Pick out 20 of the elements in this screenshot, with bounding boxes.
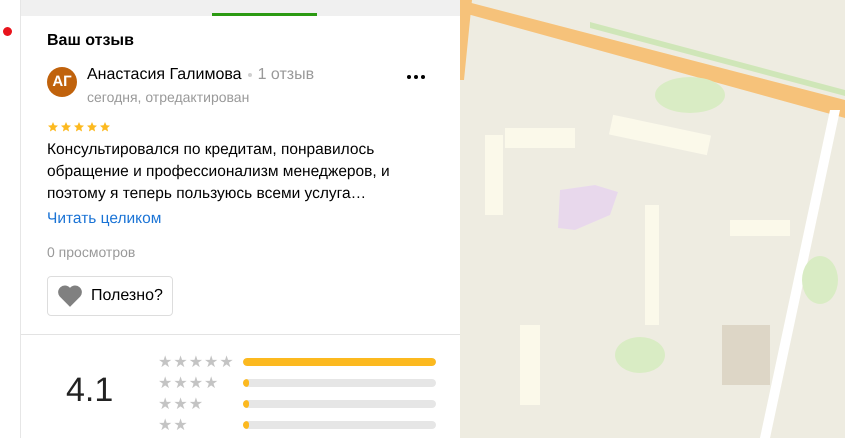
- star-icon: [47, 121, 59, 133]
- helpful-button[interactable]: Полезно?: [47, 276, 173, 316]
- section-title: Ваш отзыв: [47, 31, 135, 51]
- star-category-label: ★★★★★: [158, 355, 235, 369]
- reviews-count: 1 отзыв: [258, 65, 314, 85]
- read-more-link[interactable]: Читать целиком: [47, 208, 162, 230]
- avatar: АГ: [47, 67, 77, 97]
- star-category-label: ★★: [158, 418, 189, 432]
- views-count: 0 просмотров: [47, 243, 136, 261]
- star-icon: [60, 121, 72, 133]
- star-icon: [73, 121, 85, 133]
- rating-score: 4.1: [65, 370, 114, 411]
- star-icon: [99, 121, 111, 133]
- heart-icon: [57, 284, 83, 308]
- star-icon: [86, 121, 98, 133]
- star-category-label: ★★★★: [158, 376, 220, 390]
- review-text: Консультировался по кредитам, понравилось обращение и профессионализм менеджеров, и поэтому я теперь пользуюсь всеми услуга…: [47, 140, 391, 204]
- star-category-label: ★★★: [158, 397, 204, 411]
- author-name[interactable]: Анастасия Галимова: [87, 65, 242, 85]
- review-date: сегодня, отредактирован: [87, 88, 250, 107]
